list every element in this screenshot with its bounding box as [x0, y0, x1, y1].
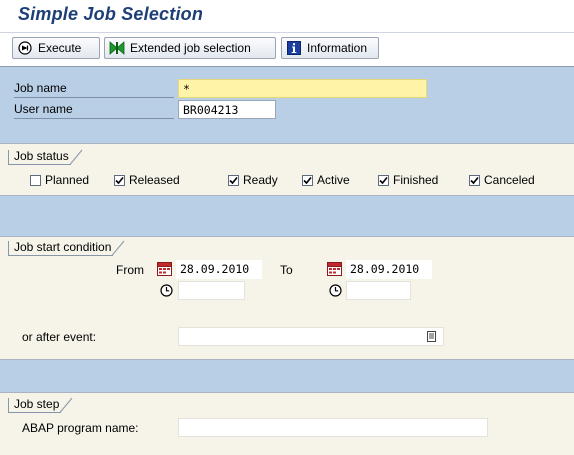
- status-finished-checkbox[interactable]: Finished: [378, 173, 438, 187]
- information-label: Information: [307, 41, 368, 55]
- spacer-strip-2: [0, 360, 574, 392]
- extended-job-selection-button[interactable]: Extended job selection: [104, 37, 276, 59]
- execute-label: Execute: [38, 41, 82, 55]
- job-start-condition-group-title: Job start condition: [8, 239, 125, 256]
- execute-button[interactable]: Execute: [12, 37, 100, 59]
- job-status-group-title: Job status: [8, 148, 83, 165]
- checkmark-icon: [302, 174, 313, 186]
- calendar-icon[interactable]: [327, 262, 342, 279]
- checkmark-icon: [378, 174, 389, 186]
- checkbox-box: [30, 174, 41, 186]
- checkmark-icon: [114, 174, 125, 186]
- status-canceled-checkbox[interactable]: Canceled: [469, 173, 535, 187]
- job-name-underline: [14, 97, 174, 98]
- selection-header-area: [0, 66, 574, 143]
- user-name-label: User name: [14, 102, 73, 116]
- to-date-input[interactable]: 28.09.2010: [346, 260, 432, 279]
- job-start-condition-title: Job start condition: [14, 240, 112, 254]
- spacer-strip-1: [0, 196, 574, 236]
- job-step-title: Job step: [14, 397, 60, 411]
- job-step-group-title: Job step: [8, 396, 73, 413]
- user-name-underline: [14, 118, 174, 119]
- information-icon: [286, 40, 302, 56]
- status-finished-label: Finished: [393, 173, 439, 187]
- status-released-checkbox[interactable]: Released: [114, 173, 180, 187]
- search-help-icon[interactable]: [427, 331, 436, 345]
- job-name-input[interactable]: *: [178, 79, 427, 98]
- extended-job-selection-label: Extended job selection: [130, 41, 251, 55]
- after-event-label: or after event:: [22, 330, 97, 344]
- from-time-input[interactable]: [178, 281, 245, 300]
- to-time-input[interactable]: [346, 281, 411, 300]
- status-canceled-label: Canceled: [484, 173, 535, 187]
- job-status-title: Job status: [14, 149, 69, 163]
- status-active-label: Active: [317, 173, 350, 187]
- status-released-label: Released: [129, 173, 180, 187]
- checkmark-icon: [228, 174, 239, 186]
- from-label: From: [116, 263, 144, 277]
- execute-icon: [17, 40, 33, 56]
- job-name-label: Job name: [14, 81, 67, 95]
- job-status-group: [0, 143, 574, 196]
- status-ready-checkbox[interactable]: Ready: [228, 173, 278, 187]
- status-active-checkbox[interactable]: Active: [302, 173, 350, 187]
- abap-program-name-input[interactable]: [178, 418, 488, 437]
- status-ready-label: Ready: [243, 173, 278, 187]
- checkmark-icon: [469, 174, 480, 186]
- abap-program-name-label: ABAP program name:: [22, 421, 139, 435]
- after-event-input[interactable]: [178, 327, 444, 346]
- user-name-input[interactable]: BR004213: [178, 100, 276, 119]
- calendar-icon[interactable]: [157, 262, 172, 279]
- extended-selection-icon: [109, 40, 125, 56]
- status-planned-label: Planned: [45, 173, 90, 187]
- clock-icon: [160, 284, 173, 300]
- page-title: Simple Job Selection: [18, 4, 204, 24]
- status-planned-checkbox[interactable]: Planned: [30, 173, 89, 187]
- clock-icon: [329, 284, 342, 300]
- from-date-input[interactable]: 28.09.2010: [176, 260, 262, 279]
- header-top-border: [0, 66, 574, 67]
- information-button[interactable]: Information: [281, 37, 379, 59]
- to-label: To: [280, 263, 293, 277]
